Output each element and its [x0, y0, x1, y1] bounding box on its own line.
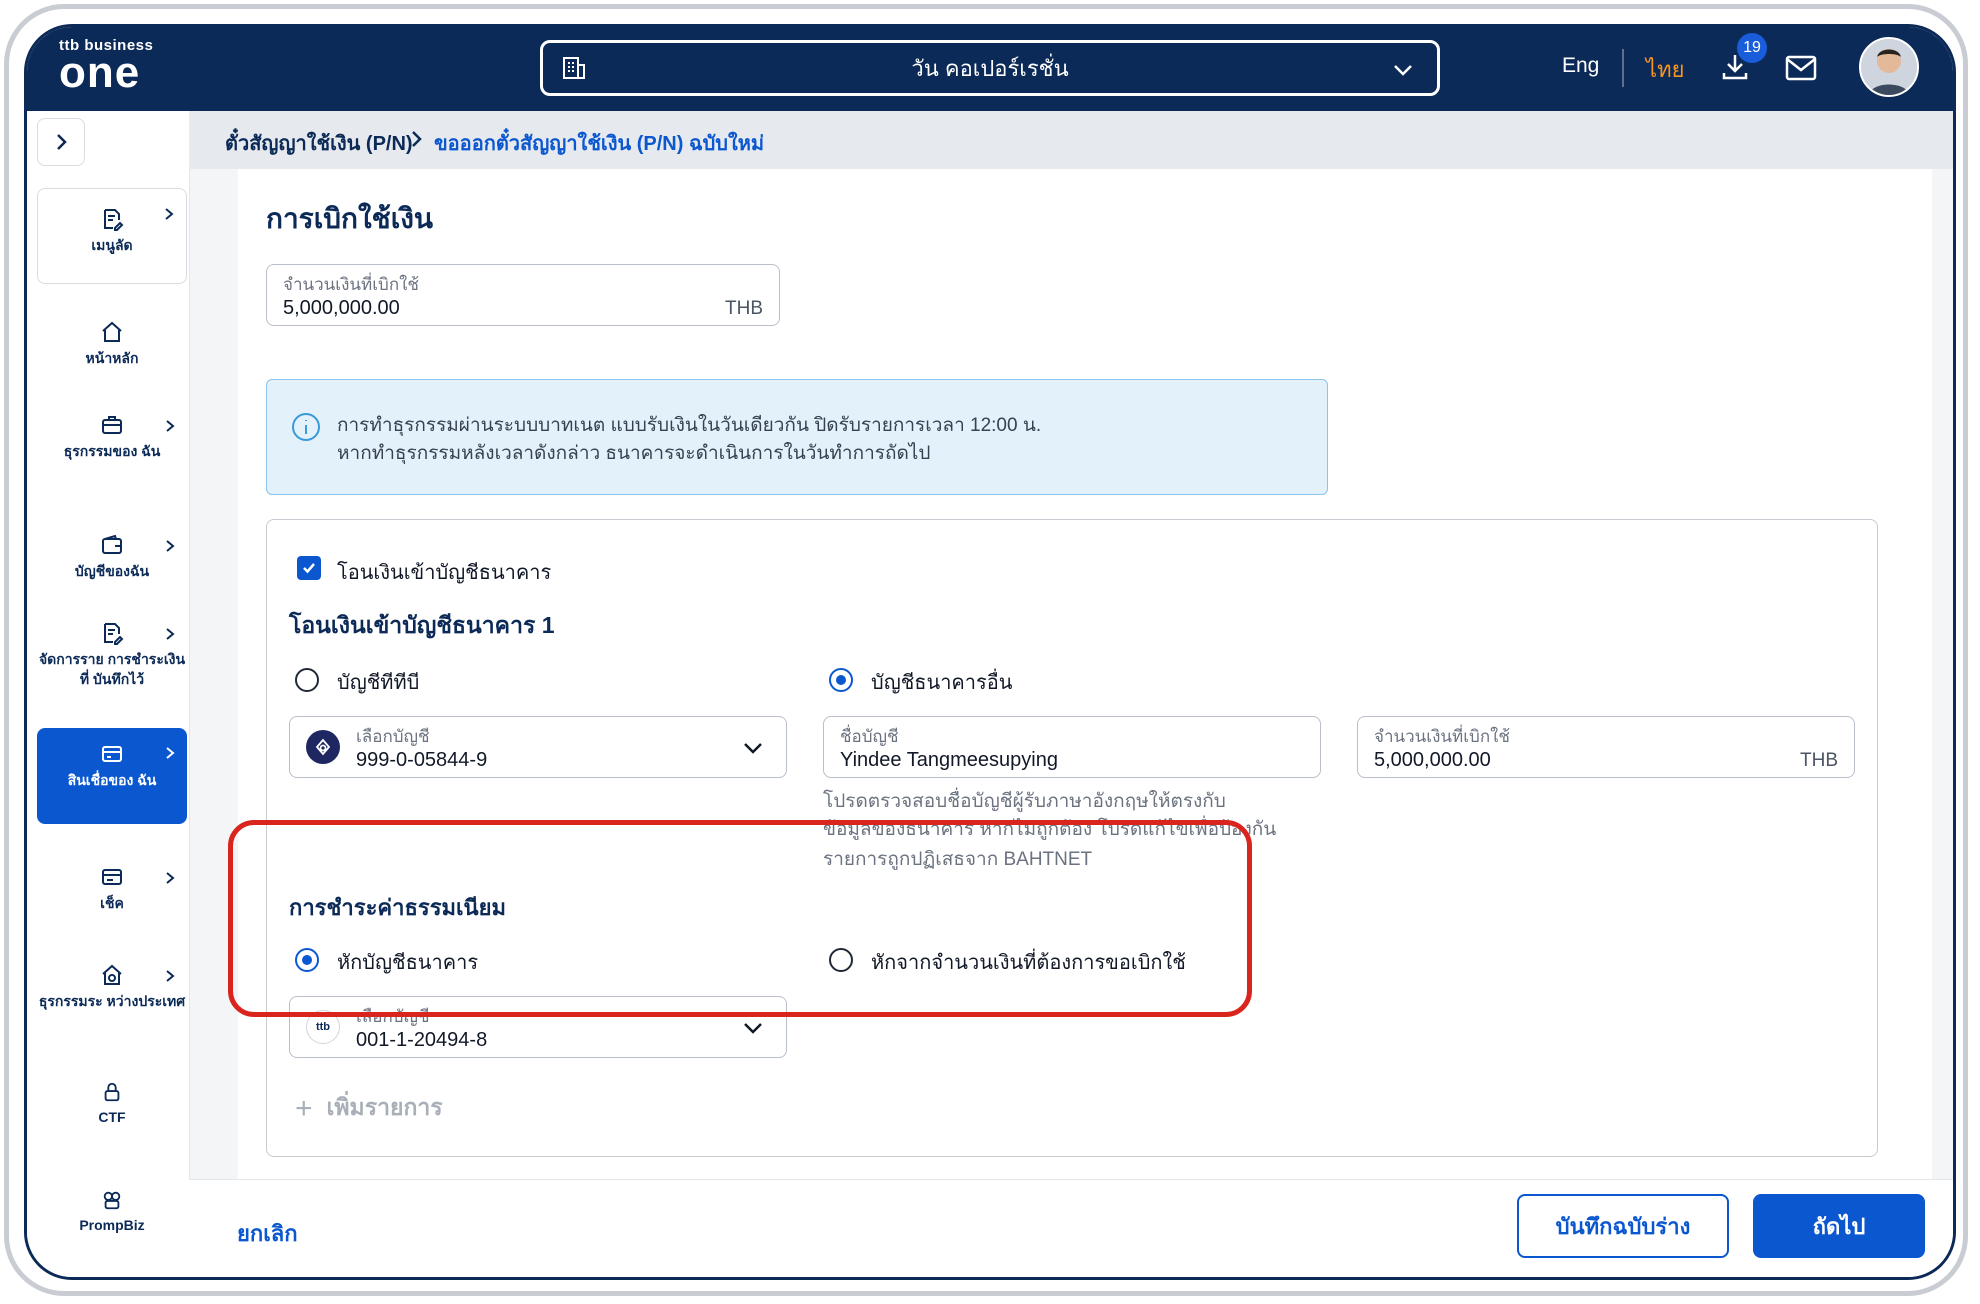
- bank-logo-icon: [306, 730, 340, 764]
- sidebar-item-label: เช็ค: [100, 895, 124, 911]
- currency-unit: THB: [725, 298, 763, 319]
- chevron-right-icon: [166, 540, 175, 552]
- info-banner: การทำธุรกรรมผ่านระบบบาทเนต แบบรับเงินในว…: [266, 379, 1328, 495]
- breadcrumb: ตั๋วสัญญาใช้เงิน (P/N) ขอออกตั๋วสัญญาใช้…: [189, 111, 1953, 169]
- chevron-right-icon: [407, 125, 427, 158]
- transfer-checkbox[interactable]: [297, 556, 321, 580]
- info-icon: [291, 412, 321, 447]
- field-value: 5,000,000.00: [1374, 749, 1491, 771]
- language-english[interactable]: Eng: [1562, 54, 1599, 78]
- transfer-section-title: โอนเงินเข้าบัญชีธนาคาร 1: [289, 612, 555, 638]
- company-name: วัน คอเปอร์เรชั่น: [911, 55, 1069, 81]
- sidebar-item-label: PrompBiz: [79, 1217, 145, 1233]
- wallet-icon: [102, 534, 122, 554]
- sidebar-item-home[interactable]: หน้าหลัก: [37, 308, 187, 380]
- briefcase-icon: [102, 416, 122, 434]
- language-thai[interactable]: ไทย: [1646, 52, 1684, 87]
- chevron-right-icon: [166, 970, 175, 982]
- chevron-right-icon: [165, 208, 174, 220]
- radio-other-bank-label: บัญชีธนาคารอื่น: [871, 672, 1013, 694]
- logo-main-text: one: [59, 48, 141, 97]
- sidebar-item-label: CTF: [98, 1109, 126, 1125]
- field-label: จำนวนเงินที่เบิกใช้: [1374, 727, 1510, 746]
- sidebar-expand-button[interactable]: [37, 118, 85, 166]
- chevron-right-icon: [166, 872, 175, 884]
- field-label: เลือกบัญชี: [356, 727, 430, 746]
- chevron-right-icon: [166, 420, 175, 432]
- currency-unit: THB: [1800, 750, 1838, 771]
- sidebar-item-international[interactable]: ธุรกรรมระ หว่างประเทศ: [37, 951, 187, 1041]
- main-content: การเบิกใช้เงิน จำนวนเงินที่เบิกใช้ 5,000…: [238, 169, 1932, 1221]
- sidebar-item-ctf[interactable]: CTF: [37, 1069, 187, 1129]
- building-icon: [561, 55, 587, 87]
- cancel-button[interactable]: ยกเลิก: [237, 1216, 298, 1251]
- chevron-down-icon: [742, 737, 764, 764]
- prompbiz-icon: [103, 1191, 121, 1210]
- user-avatar[interactable]: [1859, 37, 1919, 97]
- highlight-annotation: [228, 820, 1252, 1017]
- info-text-line-2: หากทำธุรกรรมหลังเวลาดังกล่าว ธนาคารจะดำเ…: [337, 443, 931, 464]
- sidebar-item-label: สินเชื่อของ ฉัน: [67, 772, 157, 788]
- footer-bar: ยกเลิก บันทึกฉบับร่าง ถัดไป: [189, 1179, 1953, 1277]
- field-value: 001-1-20494-8: [356, 1029, 488, 1051]
- account-name-input[interactable]: ชื่อบัญชี Yindee Tangmeesupying: [823, 716, 1321, 778]
- field-value: 5,000,000.00: [283, 297, 400, 319]
- sidebar: เมนูลัด หน้าหลัก ธุรกรรมของ ฉัน บัญชีของ…: [27, 111, 190, 1277]
- sidebar-item-label: หน้าหลัก: [85, 350, 139, 366]
- page-title: การเบิกใช้เงิน: [266, 203, 434, 234]
- next-button[interactable]: ถัดไป: [1753, 1194, 1925, 1258]
- transfer-checkbox-label: โอนเงินเข้าบัญชีธนาคาร: [337, 562, 552, 584]
- sidebar-item-my-loans[interactable]: สินเชื่อของ ฉัน: [37, 728, 187, 824]
- sidebar-item-cheque[interactable]: เช็ค: [37, 853, 187, 913]
- radio-other-bank[interactable]: [829, 668, 853, 692]
- sidebar-item-shortcut[interactable]: เมนูลัด: [37, 188, 187, 284]
- plus-icon: +: [295, 1092, 313, 1125]
- sidebar-item-prompbiz[interactable]: PrompBiz: [37, 1177, 187, 1237]
- sidebar-item-label: บัญชีของฉัน: [74, 563, 150, 579]
- home-icon: [102, 321, 122, 342]
- card-icon: [102, 746, 122, 762]
- radio-ttb-account-label: บัญชีทีทีบี: [337, 672, 420, 694]
- breadcrumb-current: ขอออกตั๋วสัญญาใช้เงิน (P/N) ฉบับใหม่: [434, 133, 765, 155]
- chevron-right-icon: [166, 747, 175, 759]
- sidebar-item-label: ธุรกรรมของ ฉัน: [63, 443, 161, 459]
- document-edit-icon: [104, 209, 124, 231]
- document-edit-icon: [104, 623, 124, 645]
- transfer-account-select[interactable]: เลือกบัญชี 999-0-05844-9: [289, 716, 787, 778]
- add-item-button[interactable]: + เพิ่มรายการ: [295, 1090, 443, 1126]
- sidebar-item-saved-payments[interactable]: จัดการราย การชำระเงินที่ บันทึกไว้: [37, 609, 187, 709]
- withdraw-amount-field[interactable]: จำนวนเงินที่เบิกใช้ 5,000,000.00 THB: [266, 264, 780, 326]
- check-icon: [303, 563, 315, 574]
- save-draft-button[interactable]: บันทึกฉบับร่าง: [1517, 1194, 1729, 1258]
- ttb-logo-text: ttb: [315, 1021, 331, 1033]
- mail-icon[interactable]: [1785, 55, 1817, 86]
- ttb-business-one-logo[interactable]: ttb business one: [59, 37, 153, 97]
- sidebar-item-my-transactions[interactable]: ธุรกรรมของ ฉัน: [37, 401, 187, 491]
- chevron-right-icon: [166, 628, 175, 640]
- field-label: ชื่อบัญชี: [840, 727, 899, 746]
- transfer-amount-input[interactable]: จำนวนเงินที่เบิกใช้ 5,000,000.00 THB: [1357, 716, 1855, 778]
- chevron-down-icon: [1391, 58, 1415, 88]
- cheque-icon: [102, 869, 122, 885]
- download-count-badge: 19: [1737, 33, 1767, 63]
- field-label: จำนวนเงินที่เบิกใช้: [283, 275, 419, 294]
- top-bar: ttb business one วัน คอเปอร์เรชั่น Eng ไ…: [27, 27, 1953, 111]
- sidebar-item-label: จัดการราย การชำระเงินที่ บันทึกไว้: [38, 651, 186, 687]
- sidebar-item-my-accounts[interactable]: บัญชีของฉัน: [37, 521, 187, 591]
- company-selector[interactable]: วัน คอเปอร์เรชั่น: [540, 40, 1440, 96]
- lock-icon: [104, 1082, 120, 1102]
- info-text-line-1: การทำธุรกรรมผ่านระบบบาทเนต แบบรับเงินในว…: [337, 415, 1042, 436]
- field-value: Yindee Tangmeesupying: [840, 749, 1058, 771]
- chevron-down-icon: [742, 1017, 764, 1044]
- add-item-label: เพิ่มรายการ: [326, 1094, 443, 1120]
- app-window: ttb business one วัน คอเปอร์เรชั่น Eng ไ…: [24, 24, 1956, 1280]
- sidebar-item-label: ธุรกรรมระ หว่างประเทศ: [38, 993, 186, 1009]
- field-value: 999-0-05844-9: [356, 749, 488, 771]
- account-name-hint-line-1: โปรดตรวจสอบชื่อบัญชีผู้รับภาษาอังกฤษให้ต…: [823, 791, 1226, 812]
- radio-ttb-account[interactable]: [295, 668, 319, 692]
- language-divider: [1622, 49, 1624, 87]
- breadcrumb-parent-link[interactable]: ตั๋วสัญญาใช้เงิน (P/N): [225, 127, 413, 159]
- global-house-icon: [102, 964, 122, 985]
- sidebar-item-label: เมนูลัด: [91, 237, 133, 253]
